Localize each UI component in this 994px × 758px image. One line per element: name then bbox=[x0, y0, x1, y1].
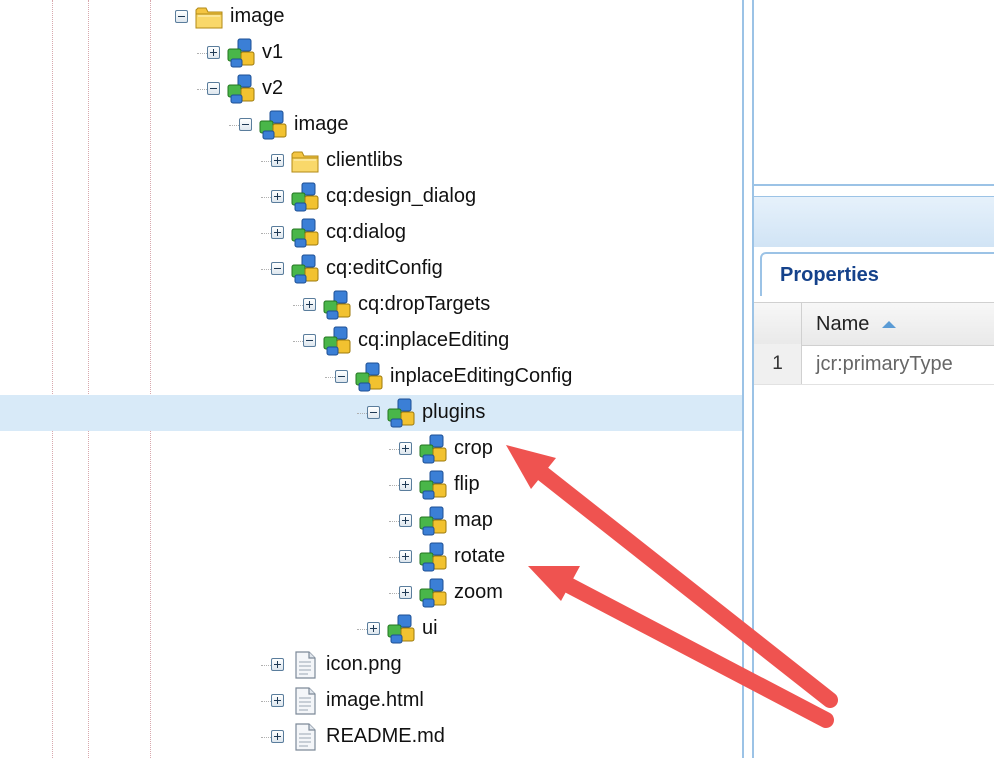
tree-node-label[interactable]: cq:dialog bbox=[326, 215, 406, 251]
collapse-toggle-icon[interactable] bbox=[175, 10, 188, 23]
collapse-toggle-icon[interactable] bbox=[207, 82, 220, 95]
panel-splitter[interactable] bbox=[742, 0, 754, 758]
tree-node-label[interactable]: v2 bbox=[262, 71, 283, 107]
tree-row[interactable]: clientlibs bbox=[0, 143, 742, 179]
property-name: jcr:primaryType bbox=[816, 353, 953, 375]
tree-node-label[interactable]: image.html bbox=[326, 683, 424, 719]
tree-row[interactable]: zoom bbox=[0, 575, 742, 611]
expand-toggle-icon[interactable] bbox=[399, 586, 412, 599]
tree-node-label[interactable]: plugins bbox=[422, 395, 485, 431]
component-node-icon bbox=[289, 181, 321, 213]
expand-toggle-icon[interactable] bbox=[399, 514, 412, 527]
collapse-toggle-icon[interactable] bbox=[271, 262, 284, 275]
tree-row[interactable]: inplaceEditingConfig bbox=[0, 359, 742, 395]
tree-node-label[interactable]: cq:editConfig bbox=[326, 251, 443, 287]
tree-node-label[interactable]: cq:design_dialog bbox=[326, 179, 476, 215]
tree-node-label[interactable]: cq:dropTargets bbox=[358, 287, 490, 323]
tree-row[interactable]: icon.png bbox=[0, 647, 742, 683]
tree-node-label[interactable]: image bbox=[230, 0, 284, 35]
tree-node-label[interactable]: crop bbox=[454, 431, 493, 467]
tree-row[interactable]: crop bbox=[0, 431, 742, 467]
file-icon bbox=[289, 685, 321, 717]
expand-toggle-icon[interactable] bbox=[367, 622, 380, 635]
expand-toggle-icon[interactable] bbox=[271, 226, 284, 239]
tree-node-label[interactable]: icon.png bbox=[326, 647, 402, 683]
tree-row[interactable]: cq:editConfig bbox=[0, 251, 742, 287]
expand-toggle-icon[interactable] bbox=[271, 658, 284, 671]
tree-node-label[interactable]: inplaceEditingConfig bbox=[390, 359, 572, 395]
properties-side-panel: Properties Name 1 jcr:primaryType bbox=[754, 0, 994, 758]
expand-toggle-icon[interactable] bbox=[399, 550, 412, 563]
expand-toggle-icon[interactable] bbox=[399, 442, 412, 455]
sort-ascending-icon[interactable] bbox=[882, 321, 896, 328]
tree-row[interactable]: cq:inplaceEditing bbox=[0, 323, 742, 359]
tree-node-label[interactable]: clientlibs bbox=[326, 143, 403, 179]
tree-row[interactable]: cq:dropTargets bbox=[0, 287, 742, 323]
tree-row[interactable]: v2 bbox=[0, 71, 742, 107]
component-node-icon bbox=[289, 217, 321, 249]
tree-node-label[interactable]: zoom bbox=[454, 575, 503, 611]
expand-toggle-icon[interactable] bbox=[271, 694, 284, 707]
tree-node-label[interactable]: rotate bbox=[454, 539, 505, 575]
row-number-header bbox=[754, 303, 802, 345]
tree-node-label[interactable]: flip bbox=[454, 467, 480, 503]
collapse-toggle-icon[interactable] bbox=[335, 370, 348, 383]
component-node-icon bbox=[321, 325, 353, 357]
tree-row[interactable]: README.md bbox=[0, 719, 742, 755]
tree-row[interactable]: cq:dialog bbox=[0, 215, 742, 251]
expand-toggle-icon[interactable] bbox=[271, 730, 284, 743]
component-node-icon bbox=[225, 73, 257, 105]
tree-row[interactable]: image bbox=[0, 107, 742, 143]
tree-row[interactable]: rotate bbox=[0, 539, 742, 575]
file-icon bbox=[289, 721, 321, 753]
component-node-icon bbox=[289, 253, 321, 285]
component-node-icon bbox=[385, 397, 417, 429]
property-row[interactable]: 1 jcr:primaryType bbox=[754, 344, 994, 385]
collapse-toggle-icon[interactable] bbox=[303, 334, 316, 347]
properties-grid-header: Name bbox=[754, 302, 994, 346]
tree-node-label[interactable]: image bbox=[294, 107, 348, 143]
name-column-header[interactable]: Name bbox=[816, 303, 869, 345]
component-node-icon bbox=[225, 37, 257, 69]
repository-tree: image v1 v2 image clientlibs cq:design_dialog… bbox=[0, 0, 742, 758]
tree-node-label[interactable]: ui bbox=[422, 611, 438, 647]
tree-row[interactable]: cq:design_dialog bbox=[0, 179, 742, 215]
file-icon bbox=[289, 649, 321, 681]
tree-row[interactable]: ui bbox=[0, 611, 742, 647]
component-node-icon bbox=[257, 109, 289, 141]
component-node-icon bbox=[417, 577, 449, 609]
collapse-toggle-icon[interactable] bbox=[239, 118, 252, 131]
tree-node-label[interactable]: map bbox=[454, 503, 493, 539]
collapse-toggle-icon[interactable] bbox=[367, 406, 380, 419]
tree-row[interactable]: v1 bbox=[0, 35, 742, 71]
expand-toggle-icon[interactable] bbox=[399, 478, 412, 491]
component-node-icon bbox=[417, 469, 449, 501]
component-node-icon bbox=[353, 361, 385, 393]
tree-row[interactable]: plugins bbox=[0, 395, 742, 431]
tree-node-label[interactable]: cq:inplaceEditing bbox=[358, 323, 509, 359]
expand-toggle-icon[interactable] bbox=[271, 154, 284, 167]
tree-row[interactable]: image.html bbox=[0, 683, 742, 719]
folder-icon bbox=[193, 1, 225, 33]
folder-icon bbox=[289, 145, 321, 177]
tab-properties-label: Properties bbox=[780, 264, 879, 286]
component-node-icon bbox=[417, 433, 449, 465]
component-node-icon bbox=[321, 289, 353, 321]
component-node-icon bbox=[417, 541, 449, 573]
panel-header-bar bbox=[754, 196, 994, 247]
tab-properties[interactable]: Properties bbox=[760, 252, 994, 296]
expand-toggle-icon[interactable] bbox=[303, 298, 316, 311]
component-node-icon bbox=[385, 613, 417, 645]
row-number: 1 bbox=[754, 344, 802, 384]
tree-node-label[interactable]: README.md bbox=[326, 719, 445, 755]
component-node-icon bbox=[417, 505, 449, 537]
expand-toggle-icon[interactable] bbox=[271, 190, 284, 203]
tree-row[interactable]: flip bbox=[0, 467, 742, 503]
tree-row[interactable]: image bbox=[0, 0, 742, 35]
tree-node-label[interactable]: v1 bbox=[262, 35, 283, 71]
upper-panel bbox=[754, 0, 994, 186]
tree-row[interactable]: map bbox=[0, 503, 742, 539]
expand-toggle-icon[interactable] bbox=[207, 46, 220, 59]
